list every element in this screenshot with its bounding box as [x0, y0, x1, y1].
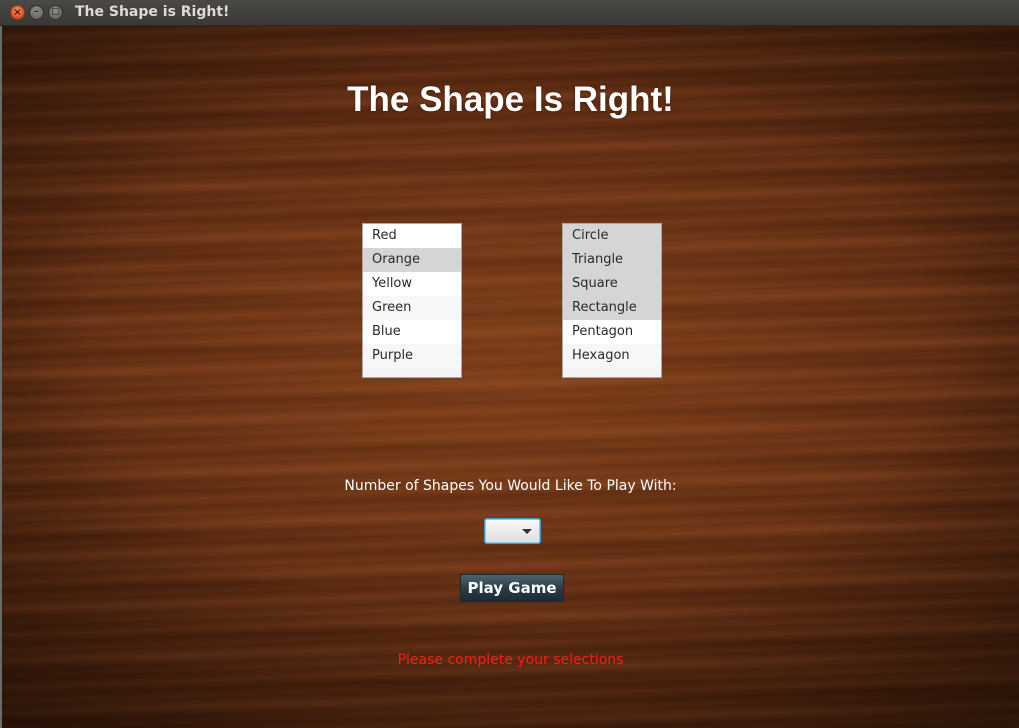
shape-item-square[interactable]: Square	[563, 272, 661, 296]
title-bar: × – □ The Shape is Right!	[0, 0, 1019, 26]
minimize-icon[interactable]: –	[29, 5, 44, 20]
play-game-button[interactable]: Play Game	[460, 574, 564, 602]
shape-count-prompt: Number of Shapes You Would Like To Play …	[344, 478, 677, 494]
color-item-orange[interactable]: Orange	[363, 248, 461, 272]
color-item-yellow[interactable]: Yellow	[363, 272, 461, 296]
color-item-purple[interactable]: Purple	[363, 344, 461, 368]
shape-item-rectangle[interactable]: Rectangle	[563, 296, 661, 320]
status-message: Please complete your selections	[397, 652, 624, 668]
color-item-red[interactable]: Red	[363, 224, 461, 248]
background-vignette	[2, 26, 1019, 728]
shape-list[interactable]: Circle Triangle Square Rectangle Pentago…	[562, 223, 662, 378]
shape-item-triangle[interactable]: Triangle	[563, 248, 661, 272]
shape-item-pentagon[interactable]: Pentagon	[563, 320, 661, 344]
shape-item-circle[interactable]: Circle	[563, 224, 661, 248]
game-title: The Shape Is Right!	[347, 80, 674, 119]
window-title: The Shape is Right!	[75, 4, 230, 20]
app-window: × – □ The Shape is Right! The Shape Is R…	[0, 0, 1019, 728]
wood-background: The Shape Is Right! Red Orange Yellow Gr…	[2, 26, 1019, 728]
maximize-icon[interactable]: □	[48, 5, 63, 20]
color-item-blue[interactable]: Blue	[363, 320, 461, 344]
chevron-down-icon[interactable]	[522, 529, 532, 534]
close-icon[interactable]: ×	[10, 5, 25, 20]
color-list[interactable]: Red Orange Yellow Green Blue Purple	[362, 223, 462, 378]
shape-count-dropdown[interactable]	[484, 518, 541, 544]
shape-item-hexagon[interactable]: Hexagon	[563, 344, 661, 368]
color-item-green[interactable]: Green	[363, 296, 461, 320]
